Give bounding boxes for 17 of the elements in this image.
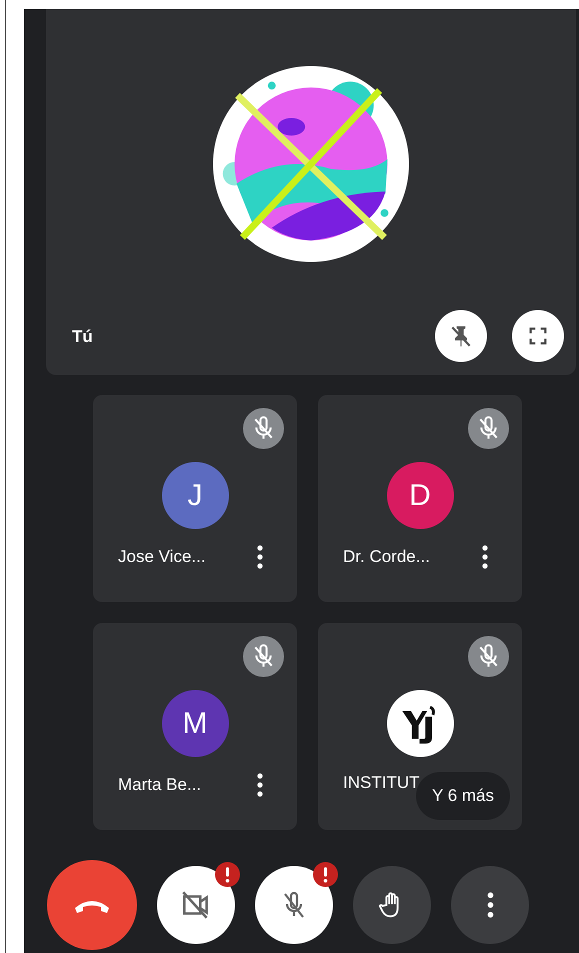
more-vert-icon bbox=[257, 773, 263, 797]
logo-avatar bbox=[386, 690, 454, 757]
pin-button[interactable] bbox=[435, 310, 487, 362]
alert-badge-icon bbox=[215, 862, 240, 887]
fullscreen-icon bbox=[527, 325, 549, 347]
participant-name: Marta Be... bbox=[118, 775, 202, 795]
alert-badge-icon bbox=[313, 862, 338, 887]
avatar-initial: M bbox=[162, 690, 228, 757]
avatar-initial: J bbox=[162, 462, 228, 529]
more-vert-icon bbox=[482, 545, 488, 569]
more-vert-icon bbox=[486, 892, 494, 918]
participant-name: Tú bbox=[72, 327, 93, 347]
fullscreen-button[interactable] bbox=[512, 310, 564, 362]
more-vert-icon bbox=[257, 545, 263, 569]
participant-name: Jose Vice... bbox=[118, 547, 206, 567]
participant-name: Dr. Corde... bbox=[343, 547, 430, 567]
avatar-initial: D bbox=[386, 462, 454, 529]
